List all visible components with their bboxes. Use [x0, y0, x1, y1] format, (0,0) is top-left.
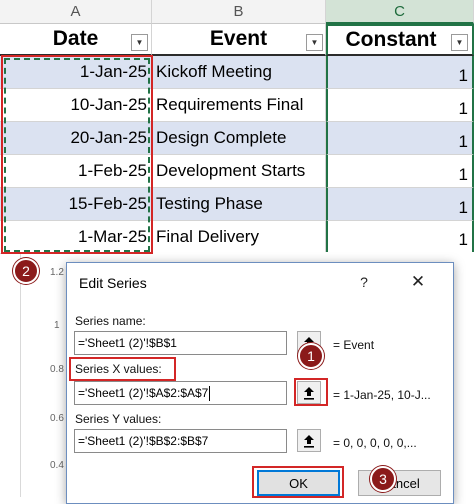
text-cursor: [209, 385, 211, 401]
y-axis-tick-label: 0.8: [50, 364, 64, 375]
constant-cell-row5[interactable]: 1: [326, 188, 474, 221]
column-header-c[interactable]: C: [326, 0, 474, 24]
step-marker-3: 3: [370, 466, 396, 492]
series-x-result: = 1-Jan-25, 10-J...: [333, 388, 431, 402]
series-y-label: Series Y values:: [75, 412, 162, 426]
header-date-label: Date: [52, 27, 99, 50]
highlight-box-ok-button: [252, 466, 344, 498]
header-constant-label: Constant: [345, 28, 437, 51]
highlight-box-series-x-label: [69, 357, 176, 381]
series-y-input[interactable]: ='Sheet1 (2)'!$B$2:$B$7: [74, 429, 287, 453]
y-axis-tick-label: 0.4: [50, 460, 64, 471]
step-marker-1: 1: [298, 343, 324, 369]
series-y-result: = 0, 0, 0, 0, 0,...: [333, 436, 417, 450]
filter-constant-dropdown-icon[interactable]: ▼: [451, 34, 468, 51]
constant-cell-row4[interactable]: 1: [326, 155, 474, 188]
highlight-box-date-range: [1, 55, 153, 254]
event-cell-row2[interactable]: Requirements Final: [152, 89, 326, 122]
step-marker-2: 2: [13, 258, 39, 284]
y-axis-tick-label: 1: [54, 320, 60, 331]
header-event-label: Event: [209, 27, 268, 50]
event-cell-row3[interactable]: Design Complete: [152, 122, 326, 155]
constant-cell-row6[interactable]: 1: [326, 221, 474, 254]
filter-date-dropdown-icon[interactable]: ▼: [131, 34, 148, 51]
event-cell-row6[interactable]: Final Delivery: [152, 221, 326, 254]
constant-cell-row3[interactable]: 1: [326, 122, 474, 155]
column-header-a[interactable]: A: [0, 0, 152, 24]
column-header-b[interactable]: B: [152, 0, 326, 24]
dialog-titlebar[interactable]: Edit Series ? ✕: [67, 263, 453, 303]
upload-arrow-icon: [304, 434, 314, 448]
constant-cell-row2[interactable]: 1: [326, 89, 474, 122]
series-y-collapse-button[interactable]: [297, 429, 321, 452]
header-cell-event[interactable]: Event: [152, 24, 326, 56]
filter-event-dropdown-icon[interactable]: ▼: [306, 34, 323, 51]
help-icon[interactable]: ?: [356, 274, 372, 290]
event-cell-row4[interactable]: Development Starts: [152, 155, 326, 188]
close-icon[interactable]: ✕: [409, 272, 427, 292]
series-name-label: Series name:: [75, 314, 146, 328]
series-x-value: ='Sheet1 (2)'!$A$2:$A$7: [78, 386, 209, 400]
event-cell-row1[interactable]: Kickoff Meeting: [152, 56, 326, 89]
y-axis-tick-label: 0.6: [50, 413, 64, 424]
event-cell-row5[interactable]: Testing Phase: [152, 188, 326, 221]
header-cell-date[interactable]: Date: [0, 24, 152, 56]
series-name-result: = Event: [333, 338, 375, 352]
series-name-input[interactable]: ='Sheet1 (2)'!$B$1: [74, 331, 287, 355]
y-axis-tick-label: 1.2: [50, 267, 64, 278]
series-x-input[interactable]: ='Sheet1 (2)'!$A$2:$A$7: [74, 381, 287, 405]
constant-cell-row1[interactable]: 1: [326, 56, 474, 89]
dialog-title: Edit Series: [79, 275, 147, 291]
highlight-box-collapse-button: [294, 378, 328, 406]
